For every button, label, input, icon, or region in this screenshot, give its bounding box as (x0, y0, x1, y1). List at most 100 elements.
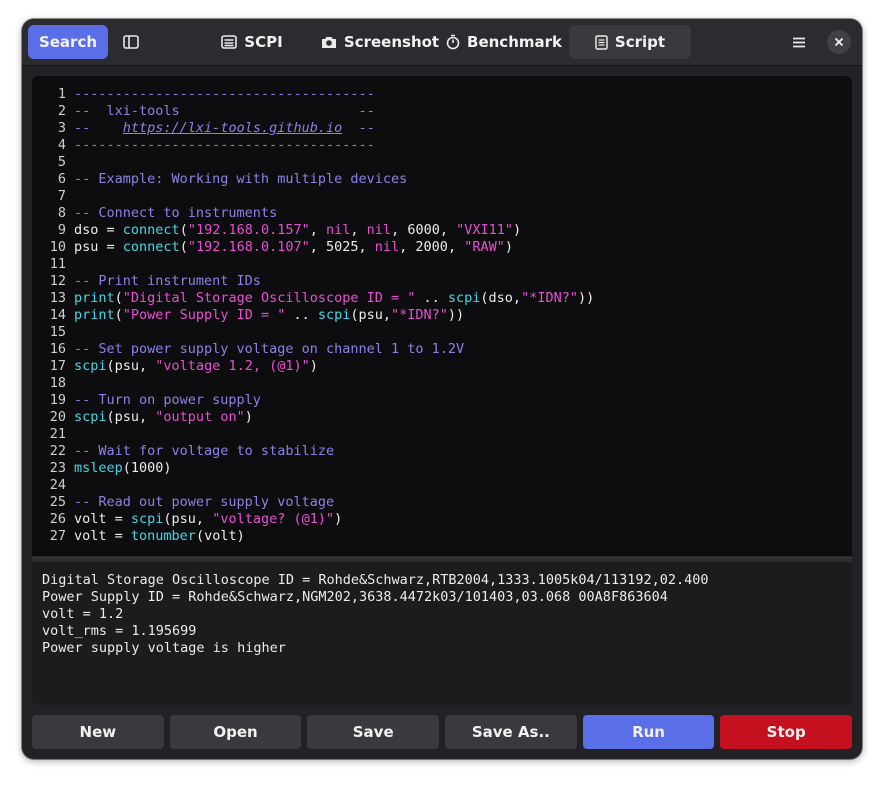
line-number: 27 (49, 528, 66, 544)
code-token: (volt) (195, 528, 245, 544)
open-button[interactable]: Open (169, 715, 302, 749)
code-token: )) (447, 307, 465, 323)
stop-button[interactable]: Stop (720, 715, 853, 749)
code-token: (psu, (106, 409, 156, 425)
code-line: 3 -- https://lxi-tools.github.io -- (32, 120, 852, 137)
tab-scpi[interactable]: SCPI (218, 25, 286, 59)
line-number: 24 (49, 477, 66, 493)
code-token: psu = (74, 239, 123, 255)
tab-screenshot-label: Screenshot (343, 33, 440, 51)
line-number: 16 (49, 341, 66, 357)
terminal-icon (221, 35, 238, 49)
code-line-text: psu = connect("192.168.0.107", 5025, nil… (74, 239, 513, 256)
code-token: msleep (74, 460, 123, 476)
script-editor[interactable]: 1 ------------------------------------- 2-… (32, 76, 852, 556)
code-token: , 2000, (399, 239, 465, 255)
code-line: 22 -- Wait for voltage to stabilize (32, 443, 852, 460)
line-number: 3 (57, 120, 66, 136)
code-token: , (350, 222, 367, 238)
code-token: "voltage? (@1)" (212, 511, 335, 527)
code-token: (dso, (480, 290, 522, 306)
code-token[interactable]: https://lxi-tools.github.io (123, 120, 342, 136)
code-token: "192.168.0.107" (187, 239, 310, 255)
code-line: 8 -- Connect to instruments (32, 205, 852, 222)
code-token: ------------------------------------- (74, 137, 375, 153)
code-token: -- Turn on power supply (74, 392, 261, 408)
code-line: 17 scpi(psu, "voltage 1.2, (@1)") (32, 358, 852, 375)
line-number: 17 (49, 358, 66, 374)
sidebar-toggle-button[interactable] (114, 25, 148, 59)
code-token: scpi (74, 358, 107, 374)
code-token: "*IDN?" (521, 290, 578, 306)
code-line: 6 -- Example: Working with multiple devic… (32, 171, 852, 188)
code-line: 9 dso = connect("192.168.0.157", nil, nil… (32, 222, 852, 239)
code-line-text: volt = scpi(psu, "voltage? (@1)") (74, 511, 342, 528)
code-line: 19 -- Turn on power supply (32, 392, 852, 409)
code-line: 15 (32, 324, 852, 341)
output-line: Power Supply ID = Rohde&Schwarz,NGM202,3… (42, 589, 668, 605)
tab-script[interactable]: Script (569, 25, 691, 59)
code-token: ( (179, 239, 188, 255)
line-number: 22 (49, 443, 66, 459)
save-as-button[interactable]: Save As.. (445, 715, 577, 749)
main-menu-button[interactable] (784, 25, 814, 59)
code-line-text: ------------------------------------- (74, 137, 375, 154)
app-window: Search SCPI Screenshot Benchmark Script … (22, 19, 862, 759)
line-number: 9 (57, 222, 66, 238)
code-line: 24 (32, 477, 852, 494)
output-line: volt = 1.2 (42, 606, 124, 622)
code-line: 7 (32, 188, 852, 205)
code-token: -- Print instrument IDs (74, 273, 261, 289)
run-button[interactable]: Run (582, 715, 715, 749)
line-number: 21 (49, 426, 66, 442)
code-token: tonumber (130, 528, 196, 544)
output-line: Digital Storage Oscilloscope ID = Rohde&… (42, 572, 709, 588)
line-number: 1 (57, 86, 66, 102)
code-line: 27 volt = tonumber(volt) (32, 528, 852, 545)
code-token: ------------------------------------- (74, 86, 375, 102)
code-line-text: scpi(psu, "voltage 1.2, (@1)") (74, 358, 318, 375)
line-number: 20 (49, 409, 66, 425)
code-token: scpi (447, 290, 481, 306)
close-window-button[interactable] (827, 30, 851, 54)
code-line-text: scpi(psu, "output on") (74, 409, 253, 426)
code-line: 21 (32, 426, 852, 443)
code-token: nil (374, 239, 400, 255)
code-line: 26 volt = scpi(psu, "voltage? (@1)") (32, 511, 852, 528)
new-button[interactable]: New (32, 715, 164, 749)
code-token: -- Example: Working with multiple device… (74, 171, 408, 187)
line-number: 8 (57, 205, 66, 221)
tab-screenshot[interactable]: Screenshot (321, 25, 440, 59)
code-token: ( (179, 222, 188, 238)
code-token: nil (326, 222, 351, 238)
tab-script-label: Script (614, 33, 666, 51)
code-token: nil (366, 222, 392, 238)
code-line: 14 print("Power Supply ID = " .. scpi(psu… (32, 307, 852, 324)
save-button[interactable]: Save (307, 715, 440, 749)
line-number: 25 (49, 494, 66, 510)
code-line-text: print("Digital Storage Oscilloscope ID =… (74, 290, 594, 307)
search-button[interactable]: Search (28, 25, 108, 59)
code-line-text: -- Print instrument IDs (74, 273, 261, 290)
code-area[interactable]: 1 ------------------------------------- 2-… (32, 86, 852, 545)
output-text: Digital Storage Oscilloscope ID = Rohde&… (42, 572, 708, 657)
tab-benchmark[interactable]: Benchmark (446, 25, 562, 59)
code-token: connect (122, 239, 180, 255)
line-number: 23 (49, 460, 66, 476)
code-token: -- lxi-tools -- (74, 103, 375, 119)
code-line: 2 -- lxi-tools -- (32, 103, 852, 120)
code-token: ) (334, 511, 343, 527)
code-token: "*IDN?" (391, 307, 448, 323)
camera-icon (321, 35, 337, 49)
line-number: 14 (49, 307, 66, 323)
code-token: , 6000, (391, 222, 457, 238)
code-line-text: -- Turn on power supply (74, 392, 261, 409)
line-number: 18 (49, 375, 66, 391)
code-token: ) (513, 222, 522, 238)
document-icon (595, 34, 608, 50)
code-token: , (309, 222, 327, 238)
close-icon (834, 37, 844, 47)
code-token: .. (415, 290, 448, 306)
code-line: 13 print("Digital Storage Oscilloscope ID… (32, 290, 852, 307)
code-token: -- (74, 120, 123, 136)
